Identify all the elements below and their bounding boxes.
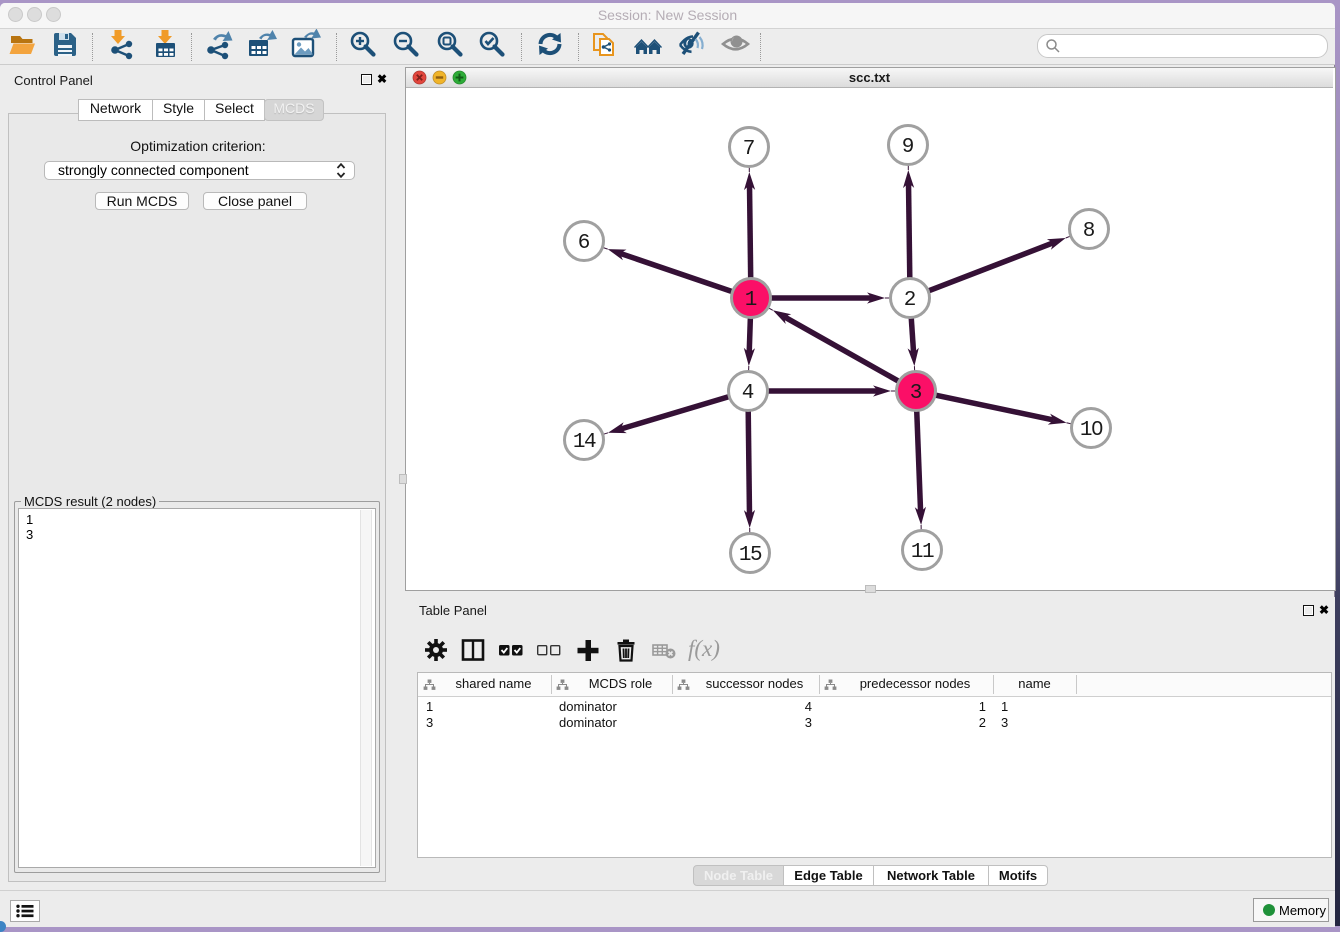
svg-text:11: 11 [911, 541, 934, 564]
svg-text:9: 9 [902, 136, 915, 159]
svg-text:15: 15 [739, 544, 762, 567]
svg-text:2: 2 [904, 289, 917, 312]
svg-text:7: 7 [743, 138, 756, 161]
svg-text:4: 4 [742, 382, 755, 405]
svg-text:14: 14 [573, 431, 596, 454]
svg-text:8: 8 [1083, 220, 1096, 243]
svg-text:3: 3 [910, 382, 923, 405]
svg-text:10: 10 [1080, 419, 1103, 442]
svg-text:1: 1 [745, 289, 758, 312]
svg-text:6: 6 [578, 232, 591, 255]
